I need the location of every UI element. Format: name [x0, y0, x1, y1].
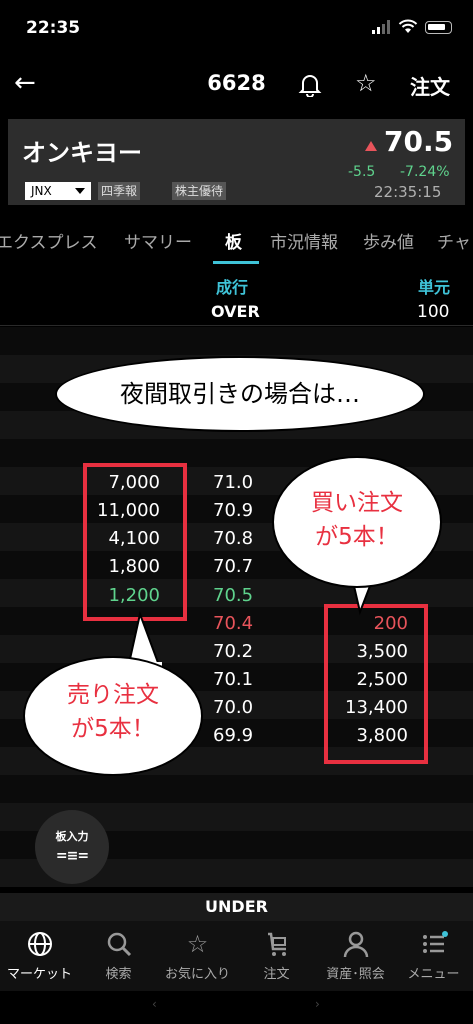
board-price[interactable]: 70.9: [213, 497, 263, 525]
price-change: -5.5: [348, 164, 376, 180]
browser-back-icon[interactable]: ‹: [152, 997, 157, 1011]
active-tab-indicator: [213, 261, 259, 264]
stock-summary-card: オンキヨー 70.5 -5.5 -7.24% 22:35:15 JNX 四季報 …: [8, 119, 465, 205]
board-stripe: [0, 439, 473, 467]
tab-express[interactable]: エクスプレス: [0, 228, 98, 253]
browser-forward-icon[interactable]: ›: [315, 997, 320, 1011]
price-timestamp: 22:35:15: [374, 183, 442, 201]
board-header: 成行 単元 OVER 100: [0, 266, 473, 326]
market-select[interactable]: JNX: [25, 182, 91, 200]
nav-assets[interactable]: 資産･照会: [316, 929, 395, 982]
status-time: 22:35: [26, 18, 81, 38]
board-price[interactable]: 70.5: [213, 582, 263, 610]
board-price[interactable]: 70.7: [213, 553, 263, 581]
tab-bar: エクスプレス サマリー 板 市況情報 歩み値 チャ: [0, 224, 473, 264]
bottom-nav: マーケット 検索 ☆ お気に入り 注文 資産･照会 メニュー: [0, 921, 473, 991]
shareholder-benefits-button[interactable]: 株主優待: [172, 182, 227, 200]
sell-orders-highlight-box: [83, 463, 187, 621]
sell-orders-callout: 売り注文 が5本！: [23, 656, 203, 776]
shikiho-button[interactable]: 四季報: [98, 182, 141, 200]
battery-icon: [425, 21, 452, 34]
tab-board[interactable]: 板: [225, 228, 242, 253]
stock-code-title: 6628: [207, 71, 266, 95]
nav-search[interactable]: 検索: [79, 929, 158, 982]
unit-label: 単元: [418, 278, 451, 297]
nav-market[interactable]: マーケット: [0, 929, 79, 982]
unit-value: 100: [417, 302, 450, 322]
current-price: 70.5: [384, 125, 454, 158]
chevron-down-icon: [75, 188, 85, 194]
tab-chart[interactable]: チャ: [437, 228, 471, 253]
board-stripe: [0, 327, 473, 355]
menu-icon: [422, 931, 448, 953]
nav-favorites[interactable]: ☆ お気に入り: [158, 929, 237, 982]
board-input-icon: =≡=: [55, 848, 89, 864]
browser-toolbar: ‹ ›: [0, 991, 473, 1024]
board-input-label: 板入力: [55, 830, 89, 843]
market-order-label: 成行: [216, 278, 249, 297]
over-label: OVER: [211, 302, 260, 321]
cellular-signal-icon: [372, 20, 390, 34]
board-price[interactable]: 70.0: [213, 694, 263, 722]
price-change-percent: -7.24%: [400, 164, 450, 180]
tab-market-info[interactable]: 市況情報: [270, 228, 338, 253]
nav-menu[interactable]: メニュー: [394, 929, 473, 982]
board-price[interactable]: 70.2: [213, 638, 263, 666]
buy-orders-highlight-box: [324, 604, 428, 764]
board-stripe: [0, 775, 473, 803]
search-icon: [107, 932, 131, 957]
board-price[interactable]: 71.0: [213, 469, 263, 497]
board-price[interactable]: 70.4: [213, 610, 263, 638]
stock-name: オンキヨー: [22, 139, 142, 167]
night-trading-callout: 夜間取引きの場合は…: [55, 356, 425, 432]
globe-icon: [27, 932, 52, 956]
board-price[interactable]: 70.8: [213, 525, 263, 553]
person-icon: [343, 931, 368, 958]
nav-bar: ← 6628 ☆ 注文: [0, 55, 473, 110]
bell-icon[interactable]: [297, 71, 323, 97]
nav-order[interactable]: 注文: [237, 929, 316, 982]
favorite-star-icon[interactable]: ☆: [355, 69, 377, 97]
star-icon: ☆: [186, 930, 209, 958]
tab-trades[interactable]: 歩み値: [363, 228, 414, 253]
price-up-arrow-icon: [365, 141, 377, 151]
order-button[interactable]: 注文: [410, 71, 450, 100]
board-price[interactable]: 69.9: [213, 722, 263, 750]
cart-icon: [267, 932, 286, 956]
wifi-icon: [398, 19, 418, 33]
board-price[interactable]: 70.1: [213, 666, 263, 694]
buy-orders-callout: 買い注文 が5本！: [272, 456, 442, 588]
under-label: UNDER: [0, 893, 473, 921]
tab-summary[interactable]: サマリー: [124, 228, 192, 253]
status-bar: 22:35: [0, 0, 473, 50]
board-input-button[interactable]: 板入力 =≡=: [35, 810, 109, 884]
